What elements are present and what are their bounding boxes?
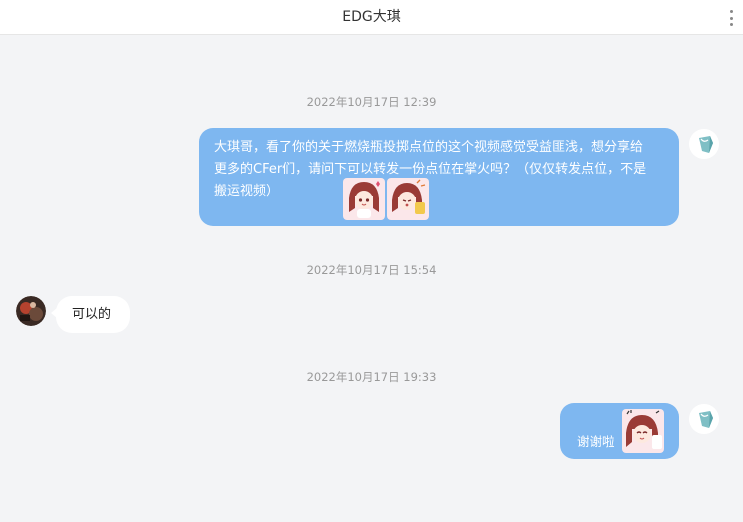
bubble-tail — [51, 308, 57, 318]
message-timestamp: 2022年10月17日 19:33 — [306, 370, 437, 384]
anime-girl-sticker[interactable] — [387, 178, 429, 220]
outgoing-message-bubble[interactable]: 大琪哥，看了你的关于燃烧瓶投掷点位的这个视频感觉受益匪浅，想分享给更多的CFer… — [199, 128, 679, 226]
more-vertical-icon[interactable] — [730, 10, 734, 26]
message-text: 可以的 — [72, 307, 112, 322]
contact-avatar[interactable] — [16, 296, 46, 326]
message-timestamp: 2022年10月17日 15:54 — [306, 263, 437, 277]
tissue-box-avatar-icon — [689, 129, 719, 159]
chat-header: EDG大琪 — [0, 0, 743, 35]
message-text: 大琪哥，看了你的关于燃烧瓶投掷点位的这个视频感觉受益匪浅，想分享给更多的CFer… — [214, 140, 647, 199]
tissue-box-avatar-icon — [689, 404, 719, 434]
contact-photo-icon — [16, 296, 46, 326]
my-avatar[interactable] — [689, 404, 719, 434]
my-avatar[interactable] — [689, 129, 719, 159]
message-text: 谢谢啦 — [577, 434, 615, 449]
incoming-message-bubble[interactable]: 可以的 — [51, 296, 130, 333]
anime-girl-sticker[interactable] — [343, 178, 385, 220]
outgoing-message-bubble[interactable]: 谢谢啦 — [560, 403, 679, 459]
chat-title: EDG大琪 — [342, 9, 401, 25]
anime-girl-sticker[interactable] — [622, 409, 664, 453]
message-timestamp: 2022年10月17日 12:39 — [306, 95, 437, 109]
